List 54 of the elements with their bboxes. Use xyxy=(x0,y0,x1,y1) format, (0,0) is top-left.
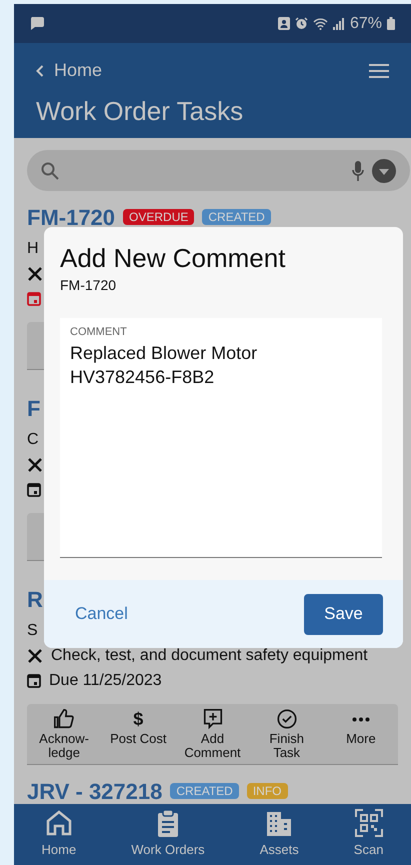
nav-tab[interactable]: Home xyxy=(42,809,76,860)
status-tag: INFO xyxy=(246,783,288,799)
microphone-icon[interactable] xyxy=(352,160,364,180)
action-button[interactable]: $ Post Cost xyxy=(101,708,176,746)
check-circle-icon xyxy=(276,708,298,730)
action-button[interactable]: More xyxy=(324,708,398,746)
dollar-icon: $ xyxy=(133,708,144,732)
comment-add-icon xyxy=(202,708,224,730)
tools-icon xyxy=(27,456,43,472)
alarm-icon xyxy=(294,17,308,30)
home-icon xyxy=(44,809,73,838)
nav-tab[interactable]: Assets xyxy=(260,809,299,860)
status-tag: CREATED xyxy=(170,783,239,799)
save-button[interactable]: Save xyxy=(304,594,383,634)
nav-tab[interactable]: Work Orders xyxy=(131,809,205,860)
work-order-id[interactable]: F xyxy=(27,392,40,424)
qr-code-icon xyxy=(354,809,383,838)
signal-icon xyxy=(332,18,345,30)
search-icon xyxy=(41,162,59,180)
tools-icon xyxy=(27,648,43,664)
lock-person-icon xyxy=(278,17,290,30)
more-icon xyxy=(352,717,370,722)
comment-label: COMMENT xyxy=(70,325,128,340)
due-date: Due 11/25/2023 xyxy=(49,670,162,690)
description: H xyxy=(27,238,39,258)
chat-icon xyxy=(30,17,44,30)
nav-tab[interactable]: Scan xyxy=(354,809,384,860)
dialog-title: Add New Comment xyxy=(60,242,286,275)
action-button[interactable]: Add Comment xyxy=(175,708,250,760)
wifi-icon xyxy=(312,18,328,30)
menu-icon[interactable] xyxy=(369,64,389,78)
comment-input[interactable]: Replaced Blower Motor HV3782456-F8B2 xyxy=(70,340,330,557)
page-title: Work Order Tasks xyxy=(36,95,244,128)
task-text: Check, test, and document safety equipment xyxy=(51,646,368,666)
thumbs-up-icon xyxy=(53,708,76,730)
back-button[interactable]: Home xyxy=(36,57,102,84)
work-order-id[interactable]: R xyxy=(27,582,43,616)
search-field[interactable] xyxy=(27,150,410,191)
tools-icon xyxy=(27,266,43,282)
chevron-left-icon xyxy=(36,64,44,76)
description: S xyxy=(27,620,38,640)
action-button[interactable]: Acknow-ledge xyxy=(27,708,102,760)
dropdown-icon[interactable] xyxy=(372,158,396,182)
comment-field[interactable]: COMMENT Replaced Blower Motor HV3782456-F8B2 xyxy=(60,318,382,558)
cancel-button[interactable]: Cancel xyxy=(75,601,128,627)
action-button[interactable]: Finish Task xyxy=(250,708,324,760)
dialog-subtitle: FM-1720 xyxy=(60,276,118,295)
battery-icon xyxy=(387,17,395,30)
status-tag: CREATED xyxy=(202,209,271,225)
battery-percent: 67% xyxy=(350,16,382,32)
description: C xyxy=(27,430,39,450)
building-icon xyxy=(265,809,294,838)
status-tag: OVERDUE xyxy=(123,209,194,225)
work-order-id[interactable]: JRV - 327218 xyxy=(27,774,162,804)
